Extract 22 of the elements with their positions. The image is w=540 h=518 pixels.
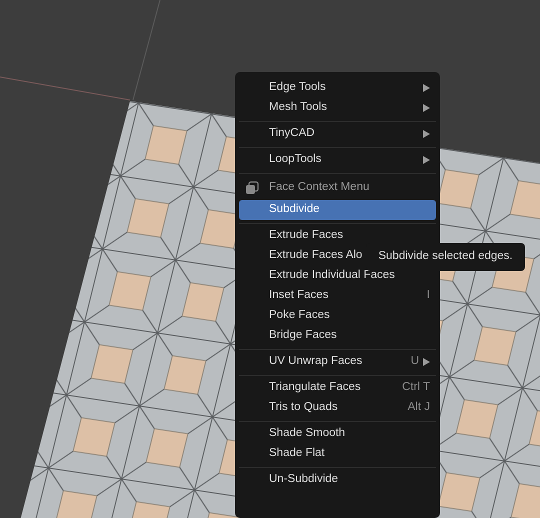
menu-header: Face Context Menu bbox=[269, 180, 370, 196]
shortcut-label: U bbox=[410, 354, 419, 370]
tooltip: Subdivide selected edges. bbox=[366, 243, 525, 271]
menu-item[interactable]: Shade Smooth bbox=[239, 424, 436, 444]
cube-icon bbox=[245, 181, 259, 195]
menu-item[interactable]: Inset Faces I bbox=[239, 286, 436, 306]
menu-item[interactable]: Poke Faces bbox=[239, 306, 436, 326]
menu-item[interactable]: Triangulate Faces Ctrl T bbox=[239, 378, 436, 398]
shortcut-label: Alt J bbox=[408, 400, 430, 416]
menu-item[interactable]: Tris to Quads Alt J bbox=[239, 398, 436, 418]
menu-item[interactable]: Un-Subdivide bbox=[239, 470, 436, 490]
shortcut-label: Ctrl T bbox=[402, 380, 430, 396]
menu-item[interactable]: Mesh Tools bbox=[239, 98, 436, 118]
menu-item[interactable]: TinyCAD bbox=[239, 124, 436, 144]
shortcut-label: I bbox=[426, 288, 430, 304]
menu-item[interactable]: UV Unwrap Faces U bbox=[239, 352, 436, 372]
menu-item[interactable]: Subdivide bbox=[239, 200, 436, 220]
menu-item[interactable]: Edge Tools bbox=[239, 78, 436, 98]
menu-item[interactable]: Extrude Faces bbox=[239, 226, 436, 246]
menu-item[interactable]: Shade Flat bbox=[239, 444, 436, 464]
menu-item[interactable]: Bridge Faces bbox=[239, 326, 436, 346]
menu-item[interactable]: LoopTools bbox=[239, 150, 436, 170]
